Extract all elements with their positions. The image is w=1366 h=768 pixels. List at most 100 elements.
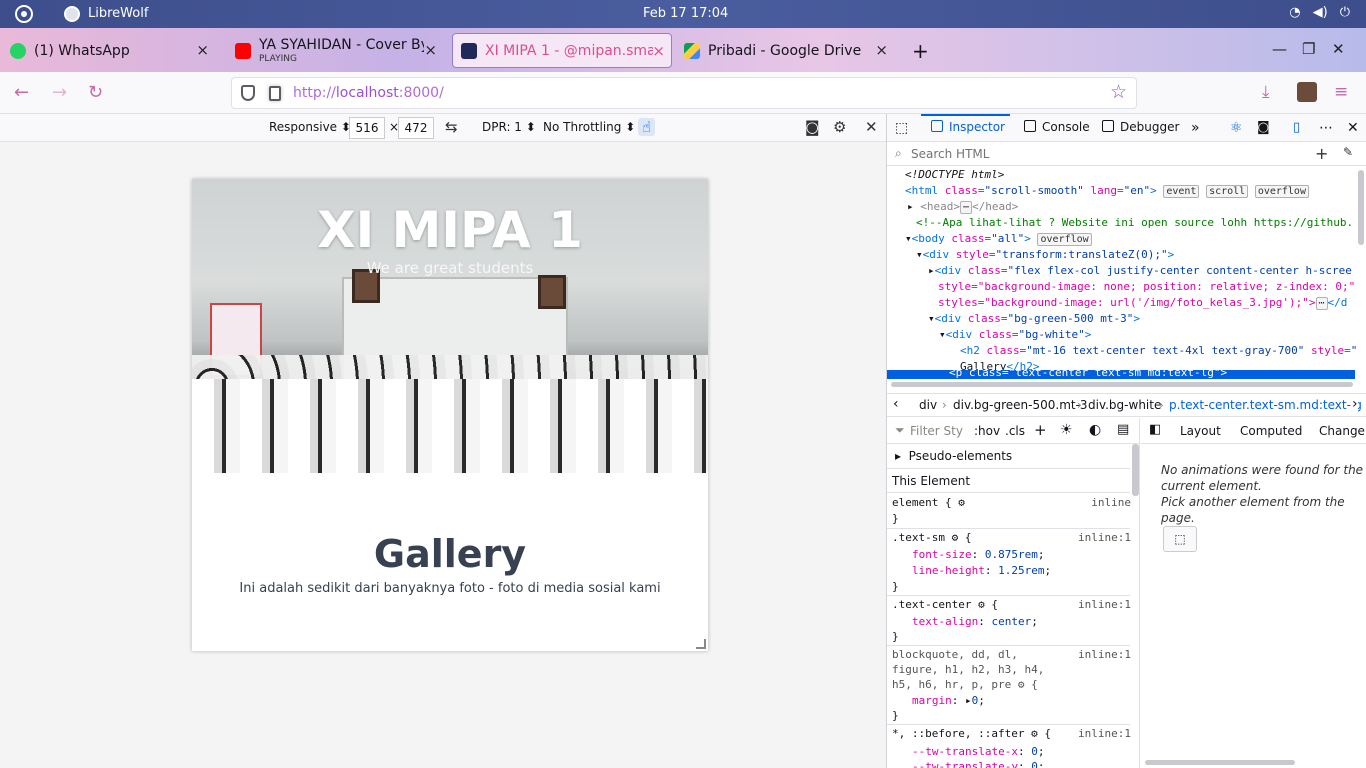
element-picker-icon[interactable]: ⬚ xyxy=(895,120,908,136)
rule-selector[interactable]: element { ⚙ xyxy=(892,496,965,509)
markup-line[interactable]: ▾<div style="transform:translateZ(0);"> xyxy=(916,247,1174,263)
rule-declaration[interactable]: font-size: 0.875rem; xyxy=(912,548,1044,561)
breadcrumb-item[interactable]: div xyxy=(919,398,937,412)
collapse-arrow-icon[interactable]: ▾ xyxy=(928,312,935,325)
collapsed-ellipsis[interactable]: ⋯ xyxy=(1315,297,1328,310)
search-html-input[interactable]: Search HTML xyxy=(911,147,989,161)
dark-theme-icon[interactable]: ◐ xyxy=(1089,422,1101,438)
viewport-width-input[interactable]: 516 xyxy=(349,117,385,139)
add-rule-icon[interactable]: + xyxy=(1034,421,1047,439)
device-selector[interactable]: Responsive ⬍ xyxy=(269,120,351,134)
url-bar[interactable]: http://localhost:8000/ ☆ xyxy=(231,77,1137,109)
gear-icon[interactable]: ⚙ xyxy=(1018,678,1025,691)
gear-icon[interactable]: ⚙ xyxy=(978,598,985,611)
add-node-icon[interactable]: + xyxy=(1315,144,1328,163)
markup-line[interactable]: style="background-image: none; position:… xyxy=(938,279,1355,295)
markup-scrollbar[interactable] xyxy=(1358,170,1364,245)
markup-line[interactable]: ▸ <head> ⋯ </head> xyxy=(907,199,1018,215)
rules-scrollbar[interactable] xyxy=(1132,444,1139,496)
rule-selector[interactable]: .text-sm ⚙ { xyxy=(892,531,971,544)
pick-element-button[interactable]: ⬚ xyxy=(1163,526,1197,552)
markup-line[interactable]: <h2 class="mt-16 text-center text-4xl te… xyxy=(960,343,1357,359)
system-tray[interactable]: ◔ ◀) ⏻ xyxy=(1289,5,1350,20)
markup-line[interactable]: <html class="scroll-smooth" lang="en"> e… xyxy=(905,183,1309,199)
rule-source[interactable]: inline:1 xyxy=(1078,727,1131,740)
collapsed-ellipsis[interactable]: ⋯ xyxy=(960,201,973,214)
rule-selector[interactable]: *, ::before, ::after ⚙ { xyxy=(892,727,1051,740)
overflow-badge[interactable]: overflow xyxy=(1254,185,1309,198)
minimize-icon[interactable]: — xyxy=(1272,40,1287,58)
markup-horizontal-scrollbar[interactable] xyxy=(891,382,1353,387)
scroll-badge[interactable]: scroll xyxy=(1206,185,1249,198)
tab-debugger[interactable]: Debugger xyxy=(1102,120,1179,134)
close-devtools-icon[interactable]: ✕ xyxy=(1347,120,1359,136)
screenshot-icon[interactable]: ◙ xyxy=(805,118,820,136)
viewport-height-input[interactable]: 472 xyxy=(398,117,434,139)
reload-icon[interactable]: ↻ xyxy=(88,82,103,103)
tab-layout[interactable]: Layout xyxy=(1180,424,1221,438)
close-tab-icon[interactable]: × xyxy=(875,41,888,59)
rule-declaration[interactable]: text-align: center; xyxy=(912,615,1038,628)
collapse-arrow-icon[interactable]: ▾ xyxy=(939,328,946,341)
collapse-arrow-icon[interactable]: ▾ xyxy=(905,232,912,245)
dpr-selector[interactable]: DPR: 1 ⬍ xyxy=(482,120,536,134)
toggle-sidebar-icon[interactable]: ◧ xyxy=(1149,422,1161,437)
activities-icon[interactable] xyxy=(15,5,33,23)
window-close-icon[interactable]: ✕ xyxy=(1332,40,1345,58)
markup-line[interactable]: ▸<div class="flex flex-col justify-cente… xyxy=(928,263,1352,279)
light-theme-icon[interactable]: ☀ xyxy=(1060,422,1073,438)
filter-styles-input[interactable]: Filter Sty xyxy=(910,424,963,438)
rule-source[interactable]: inline:1 xyxy=(1078,598,1131,611)
options-menu-icon[interactable]: ⋯ xyxy=(1319,120,1333,136)
rule-selector[interactable]: blockquote, dd, dl, xyxy=(892,648,1018,661)
tab-changes[interactable]: Change ▾ xyxy=(1319,424,1366,438)
screenshot-icon[interactable]: ◙ xyxy=(1257,120,1270,135)
expand-arrow-icon[interactable]: ▸ xyxy=(907,200,914,213)
selected-node-row[interactable]: <p class="text-center text-sm md:text-lg… xyxy=(887,366,1355,379)
gear-icon[interactable]: ⚙ xyxy=(952,531,959,544)
rule-declaration[interactable]: --tw-translate-x: 0; xyxy=(912,745,1044,758)
more-tabs-icon[interactable]: » xyxy=(1191,120,1200,136)
sidebar-scrollbar[interactable] xyxy=(1145,760,1295,765)
rule-source[interactable]: inline:1 xyxy=(1078,531,1131,544)
eyedropper-icon[interactable]: ✎ xyxy=(1343,145,1353,159)
breadcrumb-item[interactable]: div.bg-white xyxy=(1088,398,1161,412)
cls-toggle[interactable]: .cls xyxy=(1005,424,1025,438)
menu-icon[interactable]: ≡ xyxy=(1334,82,1348,102)
tab-inspector[interactable]: Inspector xyxy=(931,120,1005,134)
expand-arrow-icon[interactable]: ▸ xyxy=(965,694,972,707)
rule-declaration[interactable]: --tw-translate-y: 0; xyxy=(912,760,1044,768)
resize-handle-icon[interactable] xyxy=(696,639,706,649)
shield-icon[interactable] xyxy=(241,85,255,101)
tab-computed[interactable]: Computed xyxy=(1240,424,1302,438)
back-icon[interactable]: ← xyxy=(14,82,29,103)
react-devtools-icon[interactable]: ⚛ xyxy=(1230,120,1243,136)
pseudo-elements-toggle[interactable]: ▸ Pseudo-elements xyxy=(895,449,1012,463)
tab-console[interactable]: Console xyxy=(1024,120,1090,134)
breadcrumb-item-selected[interactable]: p.text-center.text-sm.md:text-lg xyxy=(1169,398,1362,412)
rule-selector[interactable]: .text-center ⚙ { xyxy=(892,598,998,611)
print-media-icon[interactable]: ▤ xyxy=(1117,422,1129,437)
expand-arrow-icon[interactable]: ▸ xyxy=(928,264,935,277)
markup-line[interactable]: ▾<body class="all"> overflow xyxy=(905,231,1092,247)
close-tab-icon[interactable]: × xyxy=(196,41,209,59)
gear-icon[interactable]: ⚙ xyxy=(958,496,965,509)
rule-declaration[interactable]: margin: ▸0; xyxy=(912,694,985,707)
tab-whatsapp[interactable]: (1) WhatsApp × xyxy=(10,33,215,68)
tab-youtube[interactable]: YA SYAHIDAN - Cover By PLAYING × xyxy=(235,33,443,68)
rule-selector[interactable]: figure, h1, h2, h3, h4, xyxy=(892,663,1044,676)
extension-icon[interactable] xyxy=(1297,82,1317,102)
rule-declaration[interactable]: line-height: 1.25rem; xyxy=(912,564,1051,577)
markup-view[interactable]: <!DOCTYPE html> <html class="scroll-smoo… xyxy=(887,167,1357,379)
rule-selector[interactable]: h5, h6, hr, p, pre ⚙ { xyxy=(892,678,1038,691)
markup-line[interactable]: <!DOCTYPE html> xyxy=(905,167,1004,183)
close-tab-icon[interactable]: × xyxy=(652,42,665,60)
close-tab-icon[interactable]: × xyxy=(424,41,437,59)
breadcrumb-scroll-right-icon[interactable]: › xyxy=(1352,396,1358,412)
bookmark-star-icon[interactable]: ☆ xyxy=(1110,81,1127,103)
event-badge[interactable]: event xyxy=(1163,185,1200,198)
settings-gear-icon[interactable]: ⚙ xyxy=(833,118,846,136)
collapse-arrow-icon[interactable]: ▾ xyxy=(916,248,923,261)
touch-simulation-icon[interactable]: ☝ xyxy=(638,118,656,136)
markup-line[interactable]: ▾<div class="bg-white"> xyxy=(939,327,1091,343)
